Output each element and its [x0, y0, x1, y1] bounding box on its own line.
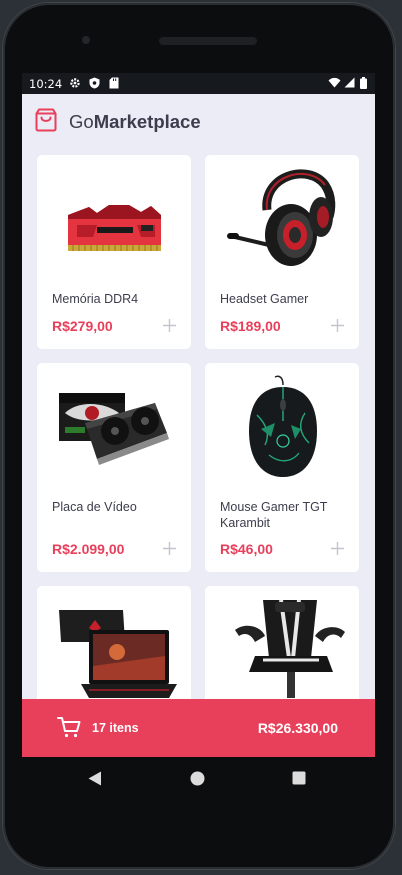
plus-icon[interactable]	[163, 542, 176, 555]
product-card[interactable]: Memória DDR4 R$279,00	[37, 155, 191, 349]
earpiece-speaker	[159, 37, 257, 45]
cart-icon	[57, 716, 81, 743]
cart-summary-bar[interactable]: 17 itens R$26.330,00	[22, 699, 375, 757]
product-card[interactable]: Headset Gamer R$189,00	[205, 155, 359, 349]
plus-icon[interactable]	[331, 542, 344, 555]
headset-image	[205, 155, 359, 280]
product-price: R$189,00	[220, 318, 281, 334]
plus-icon[interactable]	[331, 319, 344, 332]
product-title: Headset Gamer	[220, 292, 309, 306]
product-card[interactable]: Mouse Gamer TGT Karambit R$46,00	[205, 363, 359, 572]
graphics-card-image	[37, 363, 191, 488]
home-icon[interactable]	[190, 771, 205, 791]
page-title: GoMarketplace	[69, 111, 201, 132]
recent-apps-icon[interactable]	[292, 771, 306, 790]
product-title: Placa de Vídeo	[52, 500, 137, 514]
back-icon[interactable]	[88, 771, 102, 791]
product-price: R$2.099,00	[52, 541, 125, 557]
shopping-bag-icon[interactable]	[35, 108, 57, 137]
wifi-icon	[328, 77, 341, 88]
sd-card-icon	[109, 77, 119, 89]
gaming-mouse-image	[205, 363, 359, 488]
product-title: Mouse Gamer TGT Karambit	[220, 500, 328, 530]
front-camera	[82, 36, 90, 44]
product-price: R$279,00	[52, 318, 113, 334]
product-price: R$46,00	[220, 541, 273, 557]
cart-total: R$26.330,00	[257, 720, 338, 736]
laptop-image	[37, 586, 191, 711]
product-card[interactable]: Placa de Vídeo R$2.099,00	[37, 363, 191, 572]
product-title: Memória DDR4	[52, 292, 139, 306]
app-screen: 10:24 GoMarketplace Memória DDR4 R$279,0…	[22, 73, 375, 757]
phone-frame: 10:24 GoMarketplace Memória DDR4 R$279,0…	[3, 3, 395, 869]
battery-icon	[360, 77, 367, 89]
ram-memory-image	[37, 155, 191, 280]
cart-item-count: 17 itens	[92, 721, 139, 735]
signal-icon	[344, 77, 355, 88]
gear-icon	[69, 77, 81, 89]
status-bar: 10:24	[22, 73, 375, 94]
app-header: GoMarketplace	[22, 94, 375, 146]
gaming-chair-image	[205, 586, 359, 711]
plus-icon[interactable]	[163, 319, 176, 332]
system-navigation-bar	[22, 757, 375, 801]
shield-icon	[89, 77, 100, 89]
status-time: 10:24	[29, 77, 63, 91]
